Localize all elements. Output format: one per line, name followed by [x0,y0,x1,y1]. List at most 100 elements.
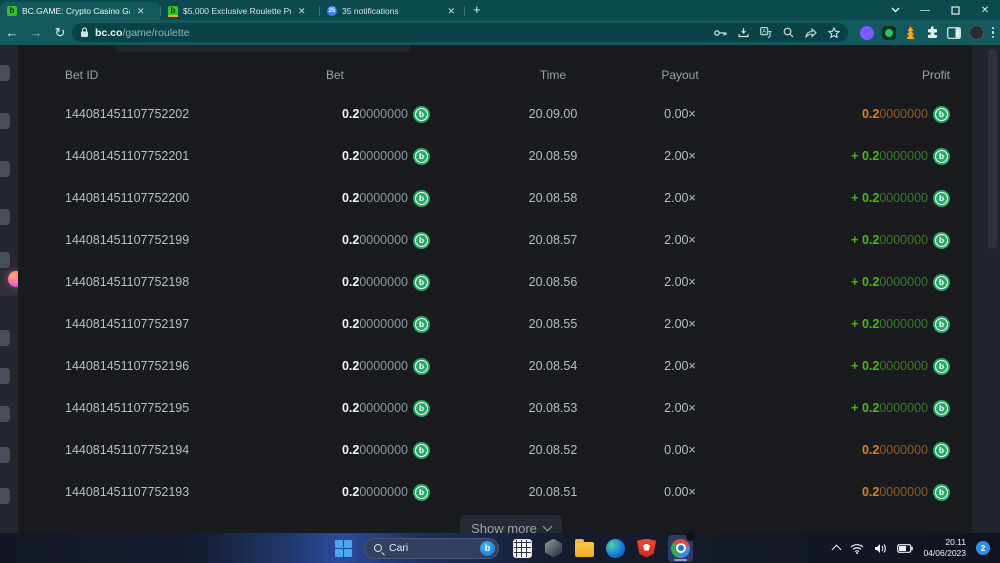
bcd-coin-icon [933,232,950,249]
tab-close-icon[interactable]: ✕ [296,6,308,17]
payout-cell: 2.00× [580,135,780,177]
maximize-button[interactable] [940,0,970,20]
tab-bcgame[interactable]: b BC.GAME: Crypto Casino Games ✕ [0,2,160,20]
sidebar-item-icon[interactable] [0,209,10,225]
bet-history-row[interactable]: 144081451107752200 0.20000000 20.08.58 2… [40,177,972,219]
search-icon [374,544,382,552]
sidebar-item-icon[interactable] [0,330,10,346]
profit-cell: 0.20000000 [862,93,950,135]
polyhedron-app-icon[interactable] [544,539,563,558]
bet-id-cell: 144081451107752194 [65,429,189,471]
clock-time: 20.11 [923,537,966,548]
tab-notifications[interactable]: 35 35 notifications ✕ [320,2,464,20]
profit-cell: + 0.20000000 [851,303,950,345]
bet-id-cell: 144081451107752202 [65,93,189,135]
tab-separator [464,6,465,16]
close-window-button[interactable]: ✕ [970,0,1000,20]
battery-icon[interactable] [897,544,913,553]
bet-history-row[interactable]: 144081451107752199 0.20000000 20.08.57 2… [40,219,972,261]
bet-history-row[interactable]: 144081451107752202 0.20000000 20.09.00 0… [40,93,972,135]
grid-app-icon[interactable] [513,539,532,558]
taskbar-clock[interactable]: 20.11 04/06/2023 [923,537,966,558]
payout-cell: 0.00× [580,429,780,471]
sidebar-item-icon[interactable] [0,161,10,177]
file-explorer-icon[interactable] [575,542,594,557]
chrome-icon [671,539,690,558]
sidebar-item-icon[interactable] [0,113,10,129]
bet-history-row[interactable]: 144081451107752196 0.20000000 20.08.54 2… [40,345,972,387]
install-app-icon[interactable] [738,27,749,38]
bet-id-cell: 144081451107752193 [65,471,189,513]
minimize-button[interactable]: — [910,0,940,20]
zoom-icon[interactable] [783,27,794,38]
translate-icon[interactable]: A [760,27,772,38]
tab-close-icon[interactable]: ✕ [135,6,147,17]
address-bar[interactable]: bc.co/game/roulette A [72,23,848,42]
profit-cell: 0.20000000 [862,429,950,471]
tab-search-chevron-icon[interactable] [880,0,910,20]
profit-cell: + 0.20000000 [851,177,950,219]
bet-history-row[interactable]: 144081451107752194 0.20000000 20.08.52 0… [40,429,972,471]
wifi-icon[interactable] [850,543,864,554]
bcd-coin-icon [933,316,950,333]
bcd-coin-icon [933,274,950,291]
windows-taskbar: Cari b 20.11 04/06/2023 2 [0,533,1000,563]
bet-history-row[interactable]: 144081451107752198 0.20000000 20.08.56 2… [40,261,972,303]
bet-id-cell: 144081451107752195 [65,387,189,429]
reload-button[interactable]: ↻ [48,25,72,41]
bet-history-row[interactable]: 144081451107752201 0.20000000 20.08.59 2… [40,135,972,177]
tab-roulette-promo[interactable]: b $5,000 Exclusive Roulette Prestig ✕ [161,2,319,20]
profit-cell: + 0.20000000 [851,345,950,387]
chrome-taskbar-button[interactable] [668,535,693,562]
bcd-coin-icon [933,400,950,417]
bet-amount-cell: 0.20000000 [240,93,430,135]
bcd-coin-icon [933,148,950,165]
payout-cell: 2.00× [580,219,780,261]
orange-extension-icon[interactable] [904,26,918,40]
sidebar-item-icon[interactable] [0,447,10,463]
profile-avatar[interactable] [969,25,984,40]
profit-cell: + 0.20000000 [851,387,950,429]
bet-history-row[interactable]: 144081451107752193 0.20000000 20.08.51 0… [40,471,972,513]
bet-amount-cell: 0.20000000 [240,261,430,303]
brave-browser-icon[interactable] [637,539,656,558]
browser-menu-icon[interactable] [992,27,995,39]
sidebar-item-icon[interactable] [0,406,10,422]
sidebar-roulette-active-icon[interactable] [8,271,18,287]
page-content: Bet ID Bet Time Payout Profit 1440814511… [0,45,1000,533]
bet-history-row[interactable]: 144081451107752195 0.20000000 20.08.53 2… [40,387,972,429]
tab-close-icon[interactable]: ✕ [445,6,457,17]
scrollbar-track[interactable] [972,45,1000,533]
volume-icon[interactable] [874,543,887,554]
new-tab-button[interactable]: + [473,2,481,17]
sidebar-item-icon[interactable] [0,368,10,384]
hidden-icons-chevron-icon[interactable] [832,545,842,555]
start-button[interactable] [335,540,352,557]
sidebar-item-icon[interactable] [0,65,10,81]
taskbar-search-box[interactable]: Cari b [364,538,499,559]
bcd-coin-icon [413,232,430,249]
scrollbar-thumb[interactable] [988,49,997,249]
password-key-icon[interactable] [714,29,727,37]
bcd-coin-icon [413,274,430,291]
sidebar-item-icon[interactable] [0,252,10,268]
bet-amount-cell: 0.20000000 [240,471,430,513]
bet-amount-cell: 0.20000000 [240,135,430,177]
col-header-payout: Payout [580,57,780,93]
table-header-row: Bet ID Bet Time Payout Profit [40,57,972,93]
browser-toolbar: ← → ↻ bc.co/game/roulette A [0,20,1000,45]
vpn-extension-icon[interactable] [860,26,874,40]
sidebar-item-icon[interactable] [0,488,10,504]
extensions-puzzle-icon[interactable] [926,26,939,39]
side-panel-icon[interactable] [947,27,961,39]
share-icon[interactable] [805,27,817,38]
bet-history-row[interactable]: 144081451107752197 0.20000000 20.08.55 2… [40,303,972,345]
green-extension-icon[interactable] [882,26,896,40]
bet-id-cell: 144081451107752201 [65,135,189,177]
bookmark-star-icon[interactable] [828,27,840,39]
edge-browser-icon[interactable] [606,539,625,558]
forward-button[interactable]: → [24,25,48,40]
bcd-coin-icon [413,484,430,501]
back-button[interactable]: ← [0,25,24,40]
notification-count-badge[interactable]: 2 [976,541,990,555]
